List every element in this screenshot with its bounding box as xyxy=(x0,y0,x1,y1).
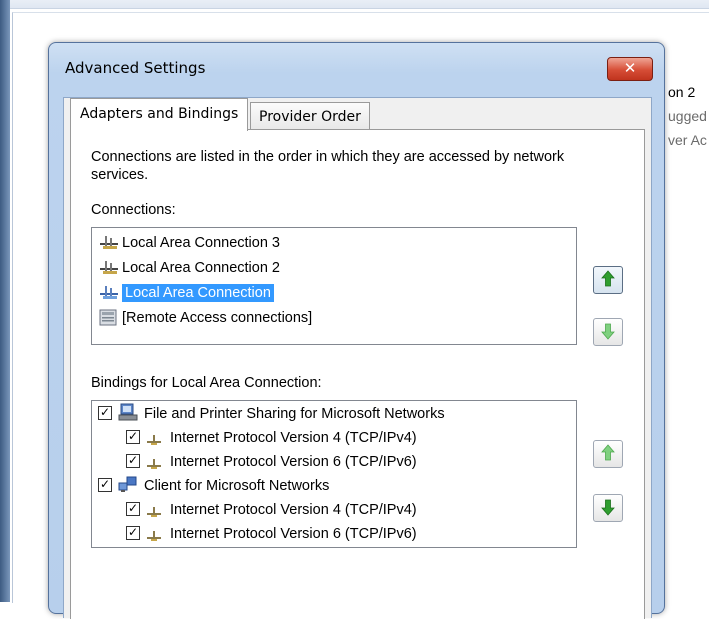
background-text: on 2 ugged ver Ac xyxy=(668,80,707,152)
arrow-down-icon xyxy=(600,323,616,343)
binding-checkbox[interactable]: ✓ xyxy=(126,502,140,517)
list-item[interactable]: Local Area Connection 3 xyxy=(98,231,280,255)
list-item[interactable]: [Remote Access connections] xyxy=(98,306,312,330)
network-adapter-icon xyxy=(98,234,120,250)
tree-item-label: Client for Microsoft Networks xyxy=(144,478,330,494)
list-item-label: [Remote Access connections] xyxy=(122,310,313,326)
list-item-label: Local Area Connection xyxy=(122,284,274,302)
close-button[interactable]: ✕ xyxy=(607,57,653,81)
list-item-selected[interactable]: Local Area Connection xyxy=(98,281,274,305)
bindings-label: Bindings for Local Area Connection: xyxy=(91,375,322,391)
tree-item[interactable]: ✓ Client for Microsoft Networks xyxy=(98,474,329,498)
file-printer-sharing-icon xyxy=(118,403,138,421)
tree-item-label: Internet Protocol Version 4 (TCP/IPv4) xyxy=(170,502,417,518)
tree-item[interactable]: ✓ Internet Protocol Version 4 (TCP/IPv4) xyxy=(126,498,417,522)
binding-checkbox[interactable]: ✓ xyxy=(98,478,112,493)
arrow-up-icon xyxy=(600,444,616,465)
move-connection-up-button[interactable] xyxy=(593,266,623,294)
tree-item-label: Internet Protocol Version 4 (TCP/IPv4) xyxy=(170,430,417,446)
arrow-up-icon xyxy=(600,270,616,291)
protocol-icon xyxy=(146,526,162,542)
background-title-strip xyxy=(0,0,709,9)
binding-checkbox[interactable]: ✓ xyxy=(98,406,112,421)
network-adapter-icon xyxy=(98,259,120,275)
arrow-down-icon xyxy=(600,499,616,519)
move-binding-up-button[interactable] xyxy=(593,440,623,468)
list-item-label: Local Area Connection 3 xyxy=(122,235,280,251)
connections-list[interactable]: Local Area Connection 3 Local Area Conne… xyxy=(91,227,577,345)
bindings-tree[interactable]: ✓ File and Printer Sharing for Microsoft… xyxy=(91,400,577,548)
client-network-icon xyxy=(118,475,138,493)
move-connection-down-button[interactable] xyxy=(593,318,623,346)
tree-item[interactable]: ✓ Internet Protocol Version 4 (TCP/IPv4) xyxy=(126,426,417,450)
protocol-icon xyxy=(146,502,162,518)
protocol-icon xyxy=(146,430,162,446)
list-item-label: Local Area Connection 2 xyxy=(122,260,280,276)
background-text-line: ugged xyxy=(668,108,707,124)
tree-item[interactable]: ✓ Internet Protocol Version 6 (TCP/IPv6) xyxy=(126,522,417,546)
background-window-edge xyxy=(0,0,10,602)
dialog-title: Advanced Settings xyxy=(65,59,206,77)
protocol-icon xyxy=(146,454,162,470)
move-binding-down-button[interactable] xyxy=(593,494,623,522)
list-item[interactable]: Local Area Connection 2 xyxy=(98,256,280,280)
binding-checkbox[interactable]: ✓ xyxy=(126,454,140,469)
binding-checkbox[interactable]: ✓ xyxy=(126,430,140,445)
advanced-settings-dialog: Advanced Settings ✕ Adapters and Binding… xyxy=(48,42,665,619)
tree-item[interactable]: ✓ File and Printer Sharing for Microsoft… xyxy=(98,402,445,426)
tree-item-label: File and Printer Sharing for Microsoft N… xyxy=(144,406,445,422)
binding-checkbox[interactable]: ✓ xyxy=(126,526,140,541)
dialog-client-area: Adapters and Bindings Provider Order Con… xyxy=(63,97,652,619)
connections-label: Connections: xyxy=(91,202,176,218)
tree-item[interactable]: ✓ Internet Protocol Version 6 (TCP/IPv6) xyxy=(126,450,417,474)
tab-adapters-and-bindings[interactable]: Adapters and Bindings xyxy=(70,98,249,131)
background-text-line: ver Ac xyxy=(668,132,707,148)
remote-access-icon xyxy=(98,309,120,326)
tree-item-label: Internet Protocol Version 6 (TCP/IPv6) xyxy=(170,454,417,470)
tab-provider-order[interactable]: Provider Order xyxy=(250,102,370,131)
background-text-line: on 2 xyxy=(668,84,696,100)
tab-panel: Connections are listed in the order in w… xyxy=(70,129,645,619)
close-icon: ✕ xyxy=(623,59,637,77)
network-adapter-icon xyxy=(98,284,120,300)
description-text: Connections are listed in the order in w… xyxy=(91,149,565,183)
tree-item-label: Internet Protocol Version 6 (TCP/IPv6) xyxy=(170,526,417,542)
